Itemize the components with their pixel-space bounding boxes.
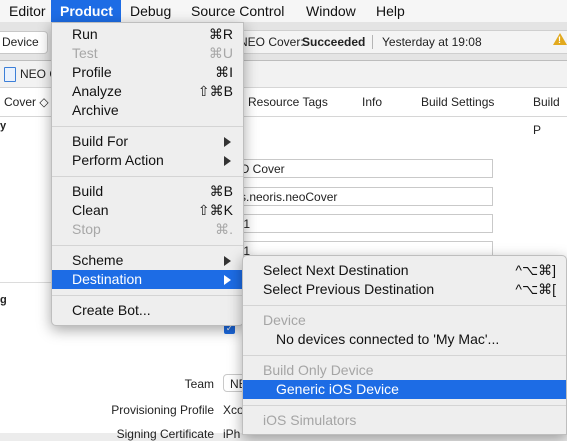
activity-divider	[372, 35, 373, 49]
menu-item-build-for[interactable]: Build For	[52, 132, 243, 151]
menu-source-control[interactable]: Source Control	[182, 0, 293, 22]
product-menu: Run ⌘R Test ⌘U Profile ⌘I Analyze ⇧⌘B Archiv…	[51, 22, 244, 326]
menu-item-no-devices[interactable]: No devices connected to 'My Mac'...	[243, 330, 566, 349]
menu-separator	[243, 305, 566, 306]
menu-item-select-previous-destination[interactable]: Select Previous Destination ^⌥⌘[	[243, 280, 566, 299]
warning-glyph: !	[558, 35, 561, 45]
tab-info[interactable]: Info	[362, 88, 382, 116]
menu-separator	[52, 295, 243, 296]
menu-help[interactable]: Help	[367, 0, 414, 22]
target-selector[interactable]: Cover ◇	[4, 88, 49, 116]
submenu-arrow-icon	[224, 137, 231, 147]
menu-item-build[interactable]: Build ⌘B	[52, 182, 243, 201]
team-label: Team	[184, 377, 214, 391]
menu-item-stop: Stop ⌘.	[72, 221, 233, 237]
menu-separator	[52, 176, 243, 177]
tab-build-phases[interactable]: Build P	[533, 88, 567, 144]
build-only-device-header: Build Only Device	[263, 362, 374, 378]
menu-window[interactable]: Window	[297, 0, 365, 22]
menu-item-select-next-destination[interactable]: Select Next Destination ^⌥⌘]	[243, 261, 566, 280]
menu-item-destination[interactable]: Destination	[52, 270, 243, 289]
menu-separator	[243, 355, 566, 356]
device-scheme-button[interactable]: Device	[0, 31, 48, 54]
submenu-arrow-icon	[224, 156, 231, 166]
ios-simulators-header: iOS Simulators	[263, 412, 357, 428]
version-field[interactable]: .1	[236, 214, 493, 233]
menu-separator	[52, 245, 243, 246]
menu-item-clean[interactable]: Clean ⇧⌘K	[52, 201, 243, 220]
menu-item-create-bot[interactable]: Create Bot...	[52, 301, 243, 320]
submenu-arrow-icon	[224, 275, 231, 285]
device-section-header: Device	[263, 312, 306, 328]
menu-item-archive[interactable]: Archive	[52, 101, 243, 120]
project-file-icon	[4, 67, 16, 82]
signing-certificate-label: Signing Certificate	[116, 427, 214, 441]
menu-item-profile[interactable]: Profile ⌘I	[52, 63, 243, 82]
menu-item-test: Test ⌘U	[72, 45, 233, 61]
activity-scheme: NEO Cover:	[239, 35, 304, 49]
menu-editor[interactable]: Editor	[0, 0, 55, 22]
provisioning-profile-label: Provisioning Profile	[111, 403, 214, 417]
section-label-signing: g	[0, 294, 7, 306]
menu-item-analyze[interactable]: Analyze ⇧⌘B	[52, 82, 243, 101]
menu-item-perform-action[interactable]: Perform Action	[52, 151, 243, 170]
menu-item-run[interactable]: Run ⌘R	[52, 25, 243, 44]
destination-submenu: Select Next Destination ^⌥⌘] Select Previ…	[242, 255, 567, 435]
menu-separator	[243, 405, 566, 406]
section-label-identity: y	[0, 120, 7, 132]
menu-separator	[52, 126, 243, 127]
tab-resource-tags[interactable]: Resource Tags	[248, 88, 328, 116]
submenu-arrow-icon	[224, 256, 231, 266]
activity-time: Yesterday at 19:08	[382, 35, 482, 49]
provisioning-profile-value: Xco	[223, 403, 244, 417]
activity-status: Succeeded	[302, 35, 366, 49]
display-name-field[interactable]: O Cover	[236, 159, 493, 178]
bundle-identifier-field[interactable]: s.neoris.neoCover	[236, 187, 493, 206]
signing-certificate-value: iPh	[223, 427, 241, 441]
menu-debug[interactable]: Debug	[121, 0, 180, 22]
menu-item-scheme[interactable]: Scheme	[52, 251, 243, 270]
menu-item-generic-ios-device[interactable]: Generic iOS Device	[243, 380, 566, 399]
warning-icon[interactable]: !	[553, 33, 567, 45]
tab-build-settings[interactable]: Build Settings	[421, 88, 494, 116]
activity-view: NEO Cover: Succeeded Yesterday at 19:08	[238, 30, 567, 54]
menu-product[interactable]: Product	[51, 0, 121, 22]
